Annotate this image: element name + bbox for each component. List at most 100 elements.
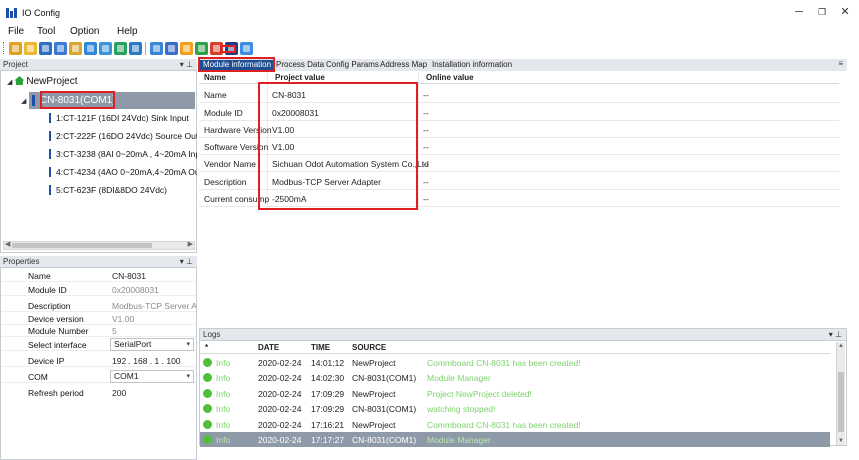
tree-item-module-1[interactable]: 1:CT-121F (16DI 24Vdc) Sink Input <box>49 113 197 123</box>
tree-item-module-5[interactable]: 5:CT-623F (8DI&8DO 24Vdc) <box>49 185 197 195</box>
module-icon[interactable] <box>165 42 178 55</box>
restore-button[interactable]: ❐ <box>815 6 829 18</box>
log-message: Module Manager <box>427 435 491 445</box>
download-icon[interactable] <box>150 42 163 55</box>
tab-process-data[interactable]: Process Data <box>276 60 324 69</box>
scroll-down-icon[interactable]: ▼ <box>838 438 844 444</box>
logs-panel-title: Logs <box>203 330 221 339</box>
log-row[interactable]: Info 2020-02-24 14:01:12 NewProject Commboar… <box>200 355 830 370</box>
menu-help[interactable]: Help <box>117 26 138 37</box>
prop-key: Device version <box>28 314 84 324</box>
search-icon[interactable] <box>84 42 97 55</box>
col-online-value-header[interactable]: Online value <box>426 73 474 82</box>
tree-item-module-3[interactable]: 3:CT-3238 (8AI 0~20mA , 4~20mA Input) <box>49 149 197 159</box>
tree-item-module-4[interactable]: 4:CT-4234 (4AO 0~20mA,4~20mA Output) <box>49 167 197 177</box>
new-project-icon[interactable] <box>9 42 22 55</box>
log-source: CN-8031(COM1) <box>352 435 417 445</box>
prop-refresh-period: Refresh period 200 <box>1 387 196 399</box>
close-button[interactable]: ✕ <box>838 6 852 18</box>
col-time-header[interactable]: TIME <box>311 343 330 352</box>
tab-installation-information[interactable]: Installation information <box>432 60 512 69</box>
tree-item-module-2[interactable]: 2:CT-222F (16DO 24Vdc) Source Output <box>49 131 197 141</box>
properties-panel-header: Properties ▾ ⊥ <box>0 256 197 268</box>
prop-value[interactable]: CN-8031 <box>112 271 196 281</box>
logs-vscrollbar[interactable]: ▲ ▼ <box>836 342 845 445</box>
log-level: Info <box>216 358 231 368</box>
tab-overflow-icon[interactable]: ≡ <box>838 59 843 68</box>
menu-option[interactable]: Option <box>70 26 99 37</box>
log-time: 14:01:12 <box>311 358 345 368</box>
menu-file[interactable]: File <box>8 26 24 37</box>
col-level-header[interactable]: * <box>205 343 208 352</box>
toolbar-grip[interactable] <box>3 42 5 54</box>
log-level: Info <box>216 435 231 445</box>
cell-name: Description <box>204 177 247 187</box>
log-row[interactable]: Info 2020-02-24 17:16:21 NewProject Commboar… <box>200 417 830 432</box>
toolbar-highlight-box <box>220 45 236 53</box>
log-source: NewProject <box>352 358 396 368</box>
prop-key: Device IP <box>28 356 65 366</box>
prop-key: Refresh period <box>28 388 84 398</box>
log-source: NewProject <box>352 389 396 399</box>
log-row[interactable]: Info 2020-02-24 17:09:29 NewProject Project … <box>200 386 830 401</box>
pin-icon[interactable]: ▾ ⊥ <box>180 59 193 71</box>
pin-icon[interactable]: ▾ ⊥ <box>180 256 193 268</box>
expand-arrow-icon[interactable]: ◢ <box>21 97 26 105</box>
log-date: 2020-02-24 <box>258 435 302 445</box>
prop-module-number: Module Number 5 <box>1 325 196 337</box>
title-bar: IO Config ─ ❐ ✕ <box>0 0 859 24</box>
log-date: 2020-02-24 <box>258 358 302 368</box>
project-value-highlight-box <box>258 82 418 210</box>
cell-name: Module ID <box>204 108 243 118</box>
interface-select[interactable]: SerialPort ▾ <box>110 338 194 351</box>
menu-tool[interactable]: Tool <box>37 26 55 37</box>
pin-icon[interactable]: ▾ ⊥ <box>829 329 842 341</box>
chevron-down-icon[interactable]: ▾ <box>186 339 190 350</box>
config-icon[interactable] <box>69 42 82 55</box>
scroll-thumb[interactable] <box>12 243 152 248</box>
log-row-selected[interactable]: Info 2020-02-24 17:17:27 CN-8031(COM1) Modul… <box>200 432 830 447</box>
scroll-up-icon[interactable]: ▲ <box>838 343 844 349</box>
log-level: Info <box>216 373 231 383</box>
disconnect-icon[interactable] <box>129 42 142 55</box>
info-icon <box>203 420 212 429</box>
com-select[interactable]: COM1 ▾ <box>110 370 194 383</box>
chevron-down-icon[interactable]: ▾ <box>186 371 190 382</box>
device-ip-input[interactable]: 192 . 168 . 1 . 100 <box>112 356 196 366</box>
col-name-header[interactable]: Name <box>204 73 226 82</box>
col-date-header[interactable]: DATE <box>258 343 279 352</box>
tab-config-params[interactable]: Config Params <box>326 60 379 69</box>
cell-online-value: -- <box>423 108 429 118</box>
save-as-icon[interactable] <box>54 42 67 55</box>
log-message: Commboard CN-8031 has been created! <box>427 358 581 368</box>
tree-root-node[interactable]: ◢ NewProject <box>7 76 78 87</box>
interface-select-value: SerialPort <box>114 339 152 349</box>
prop-value: V1.00 <box>112 314 135 324</box>
project-hscrollbar[interactable]: ◀ ▶ <box>3 241 195 250</box>
cell-online-value: -- <box>423 159 429 169</box>
open-folder-icon[interactable] <box>24 42 37 55</box>
save-icon[interactable] <box>39 42 52 55</box>
upload-icon[interactable] <box>195 42 208 55</box>
copy-icon[interactable] <box>240 42 253 55</box>
collapse-arrow-icon[interactable]: ◢ <box>7 79 12 86</box>
scroll-left-icon[interactable]: ◀ <box>5 240 10 248</box>
log-row[interactable]: Info 2020-02-24 17:09:29 CN-8031(COM1) watch… <box>200 401 830 416</box>
add-module-icon[interactable] <box>180 42 193 55</box>
col-project-value-header[interactable]: Project value <box>275 73 325 82</box>
connect-icon[interactable] <box>114 42 127 55</box>
tab-address-map[interactable]: Address Map <box>380 60 427 69</box>
window-title: IO Config <box>22 8 61 18</box>
refresh-period-input[interactable]: 200 <box>112 388 196 398</box>
prop-name: Name CN-8031 <box>1 270 196 282</box>
cell-online-value: -- <box>423 194 429 204</box>
minimize-button[interactable]: ─ <box>792 6 806 18</box>
log-time: 17:17:27 <box>311 435 345 445</box>
col-source-header[interactable]: SOURCE <box>352 343 386 352</box>
log-time: 17:09:29 <box>311 404 345 414</box>
prop-value: 0x20008031 <box>112 285 159 295</box>
scroll-right-icon[interactable]: ▶ <box>188 240 193 248</box>
scroll-thumb[interactable] <box>838 372 844 432</box>
log-row[interactable]: Info 2020-02-24 14:02:30 CN-8031(COM1) Modul… <box>200 370 830 385</box>
scan-icon[interactable] <box>99 42 112 55</box>
